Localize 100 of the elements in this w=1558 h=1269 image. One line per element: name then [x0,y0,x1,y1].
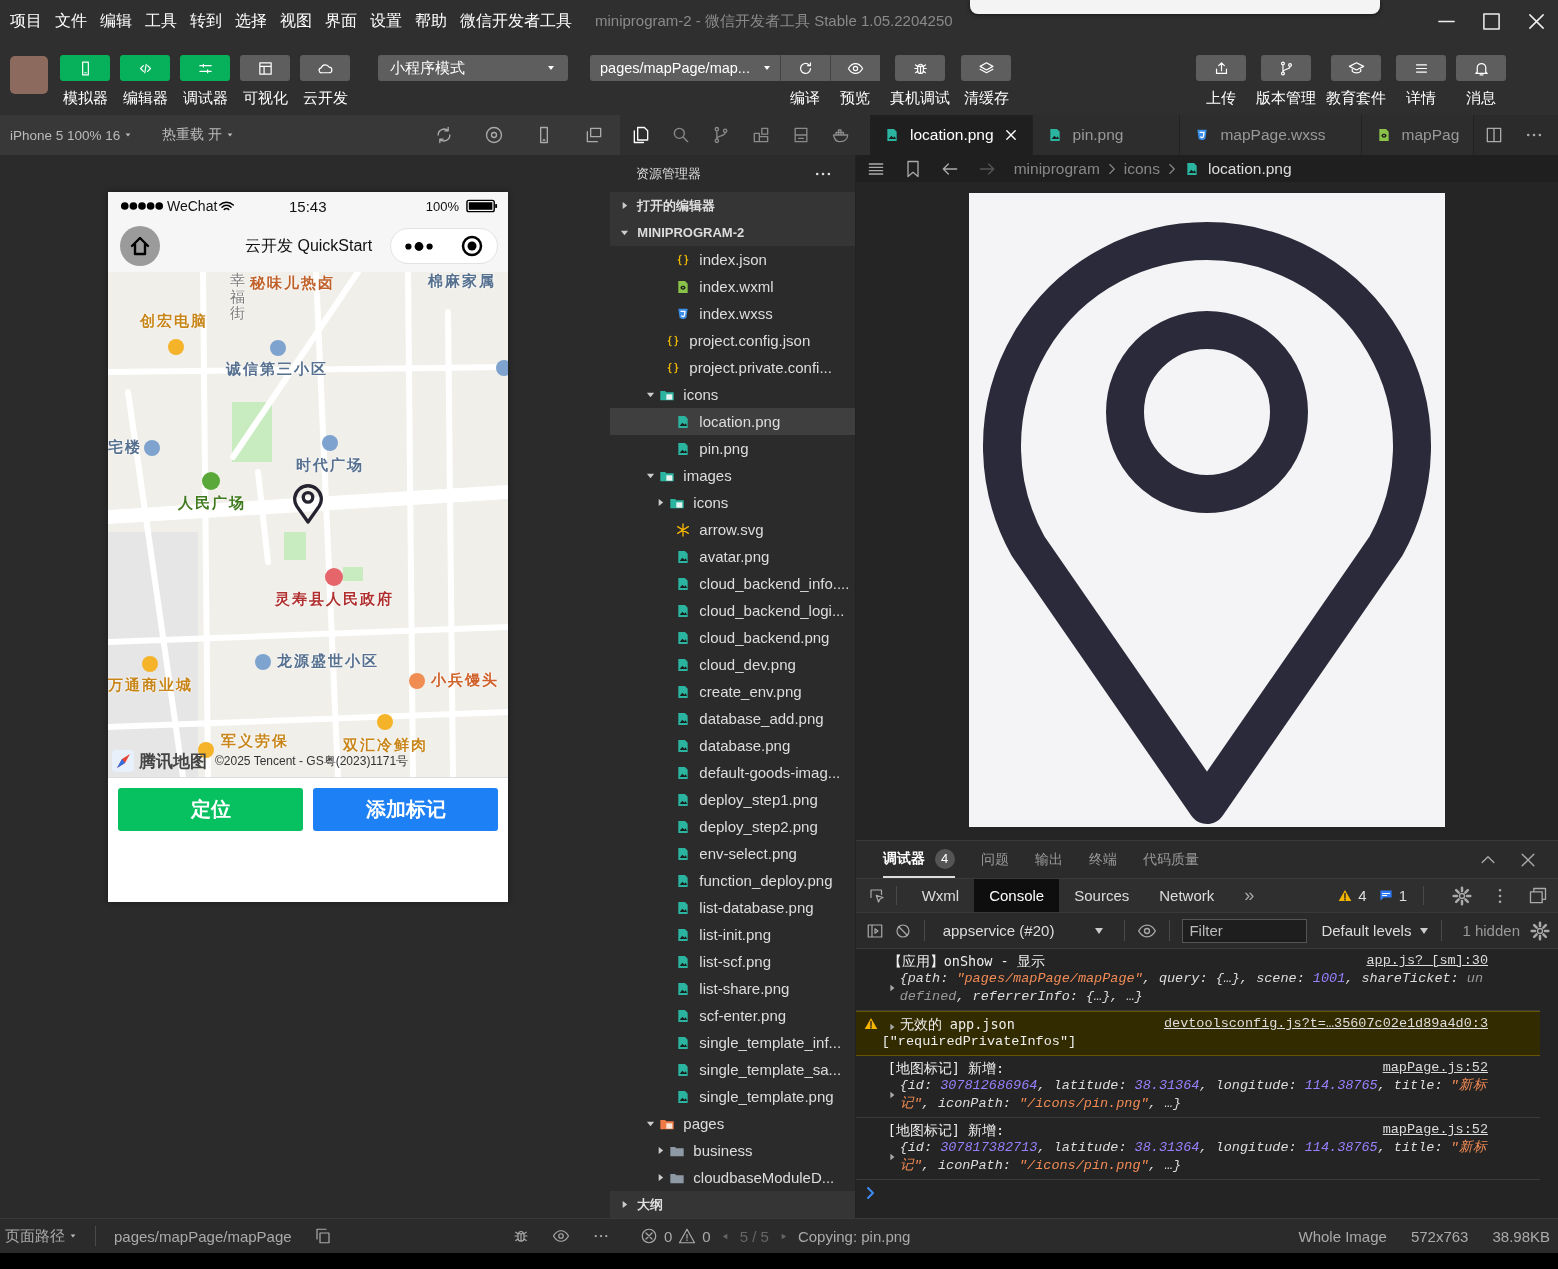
tree-item[interactable]: database.png [610,732,855,759]
menu-item[interactable]: 界面 [325,10,357,32]
tree-item[interactable]: index.wxml [610,273,855,300]
tree-item[interactable]: pages [610,1110,855,1137]
source-link[interactable]: app.js? [sm]:30 [1366,952,1488,970]
menu-item[interactable]: 选择 [235,10,267,32]
expand-icon[interactable] [887,1091,896,1099]
tree-item[interactable]: single_template_inf... [610,1029,855,1056]
more-tabs[interactable]: » [1229,879,1270,912]
tree-item[interactable]: scf-enter.png [610,1002,855,1029]
tree-item[interactable]: location.png [610,408,855,435]
devtools-tab[interactable]: Wxml [906,879,975,912]
expand-icon[interactable] [887,984,896,992]
clear-icon[interactable] [893,921,912,940]
maximize-icon[interactable] [1482,11,1501,31]
tree-item[interactable]: cloud_dev.png [610,651,855,678]
toolbar-button[interactable] [300,55,350,81]
previous-icon[interactable] [720,1231,730,1241]
windows-icon[interactable] [584,125,604,145]
extensions-icon[interactable] [751,125,771,145]
menu-item[interactable]: 工具 [145,10,177,32]
menu-item[interactable]: 编辑 [100,10,132,32]
tree-item[interactable]: project.config.json [610,327,855,354]
sidebar-icon[interactable] [865,921,884,940]
tree-item[interactable]: arrow.svg [610,516,855,543]
tree-item[interactable]: business [610,1137,855,1164]
tree-item[interactable]: avatar.png [610,543,855,570]
tree-item[interactable]: list-database.png [610,894,855,921]
close-icon[interactable] [1003,128,1018,142]
more-icon[interactable] [404,240,434,252]
tree-item[interactable]: env-select.png [610,840,855,867]
tree-item[interactable]: cloud_backend_info.... [610,570,855,597]
record-icon[interactable] [484,125,504,145]
devtools-tab[interactable]: Network [1144,879,1230,912]
toolbar-button[interactable] [961,55,1011,81]
tree-item[interactable]: list-init.png [610,921,855,948]
inspect-icon[interactable] [867,886,886,905]
tree-item[interactable]: icons [610,381,855,408]
panel-tab[interactable]: 问题 [980,841,1009,878]
breadcrumb-item[interactable]: icons [1123,159,1160,178]
dock-icon[interactable] [1528,885,1548,906]
device-dropdown[interactable]: iPhone 5 100% 16 [10,127,133,143]
target-icon[interactable] [460,234,484,258]
hot-reload-dropdown[interactable]: 热重载 开 [162,126,235,144]
toolbar-button[interactable] [1456,55,1506,81]
prompt-icon[interactable] [865,1186,876,1200]
toolbar-button[interactable] [1196,55,1246,81]
page-dropdown[interactable]: pages/mapPage/map... [590,55,780,81]
object-preview[interactable]: {id: 307812686964, latitude: 38.31364, longitude: 114.38765, title: "新标记", iconPath: "/icons/pin.png", …} [899,1077,1488,1113]
tree-item[interactable]: deploy_step2.png [610,813,855,840]
action-button[interactable]: 添加标记 [313,788,498,831]
tree-item[interactable]: project.private.confi... [610,354,855,381]
tree-item[interactable]: function_deploy.png [610,867,855,894]
breadcrumb-item[interactable]: location.png [1208,159,1292,178]
toolbar-button[interactable] [1261,55,1311,81]
mode-dropdown[interactable]: 小程序模式 [378,55,568,81]
copy-icon[interactable] [313,1227,332,1245]
menu-item[interactable]: 转到 [190,10,222,32]
tree-item[interactable]: cloud_backend_logi... [610,597,855,624]
toolbar-button[interactable] [1331,55,1381,81]
home-button[interactable] [120,226,160,266]
tree-item[interactable]: single_template_sa... [610,1056,855,1083]
source-link[interactable]: devtoolsconfig.js?t=…35607c02e1d89a4d0:3 [1163,1015,1488,1033]
object-preview[interactable]: {id: 307817382713, latitude: 38.31364, longitude: 114.38765, title: "新标记", iconPath: "/icons/pin.png", …} [899,1139,1488,1175]
tree-item[interactable]: list-scf.png [610,948,855,975]
split-editor-icon[interactable] [1484,125,1504,145]
close-icon[interactable] [1527,11,1546,31]
source-link[interactable]: mapPage.js:52 [1382,1059,1488,1077]
section-header[interactable]: 大纲 [610,1191,855,1218]
tree-item[interactable]: icons [610,489,855,516]
menu-item[interactable]: 项目 [10,10,42,32]
tree-item[interactable]: default-goods-imag... [610,759,855,786]
breadcrumb-item[interactable]: miniprogram [1013,159,1100,178]
tree-item[interactable]: single_template.png [610,1083,855,1110]
context-dropdown[interactable]: appservice (#20) [942,922,1113,939]
editor-tab[interactable]: location.png [870,115,1033,155]
tree-item[interactable]: cloudbaseModuleD... [610,1164,855,1191]
levels-dropdown[interactable]: Default levels [1321,922,1430,939]
search-icon[interactable] [671,125,691,145]
eye-icon[interactable] [552,1227,570,1245]
tree-item[interactable]: cloud_backend.png [610,624,855,651]
object-preview[interactable]: {path: "pages/mapPage/mapPage", query: {…}, scene: 1001, shareTicket: undefined, referrerInfo: {…}, …} [899,970,1488,1006]
devtools-tab[interactable]: Sources [1059,879,1145,912]
panel-tab[interactable]: 终端 [1088,841,1117,878]
panel-tab[interactable]: 输出 [1034,841,1063,878]
expand-icon[interactable] [887,1153,896,1161]
files-icon[interactable] [631,125,651,145]
section-header[interactable]: MINIPROGRAM-2 [610,219,855,246]
tree-item[interactable]: index.wxss [610,300,855,327]
menu-item[interactable]: 帮助 [415,10,447,32]
toolbar-button[interactable] [895,55,945,81]
panel-tab[interactable]: 代码质量 [1142,841,1199,878]
expand-icon[interactable] [887,1022,896,1031]
settings-icon[interactable] [1452,885,1472,906]
page-path-dropdown[interactable]: 页面路径 [5,1226,77,1246]
tree-item[interactable]: index.json [610,246,855,273]
menu-item[interactable]: 视图 [280,10,312,32]
tree-item[interactable]: database_add.png [610,705,855,732]
toolbar-button[interactable] [830,55,880,81]
toolbar-button[interactable] [780,55,830,81]
